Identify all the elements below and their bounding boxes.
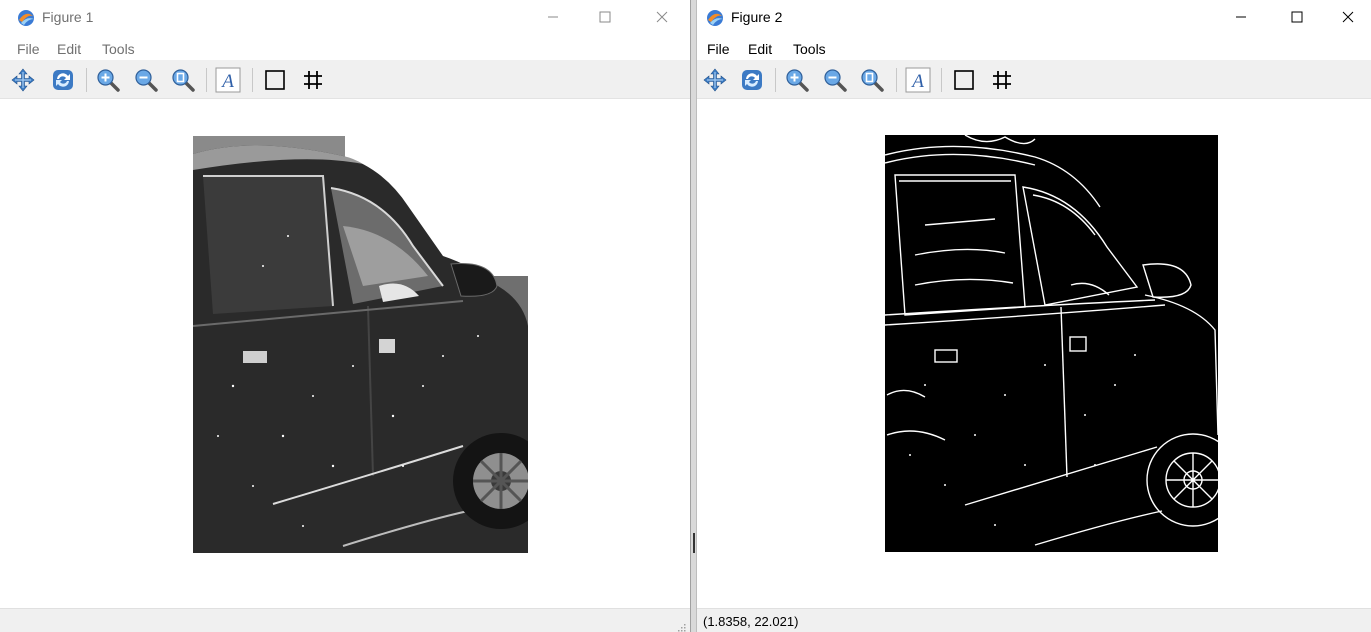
menu-file[interactable]: File [17,41,40,57]
window-title: Figure 1 [42,9,94,25]
grid-icon[interactable] [299,66,327,94]
toolbar-separator [86,68,87,92]
maximize-button[interactable] [582,0,628,34]
zoom-fit-icon[interactable] [169,66,197,94]
figure-1-window: Figure 1 File Edit Tools A [0,0,690,632]
statusbar: (1.8358, 22.021) [697,608,1371,632]
maximize-icon [1291,11,1303,23]
zoom-fit-icon[interactable] [858,66,886,94]
figure-1-titlebar[interactable]: Figure 1 [0,0,690,36]
toolbar-separator [941,68,942,92]
toolbar: A [0,60,690,99]
grid-icon[interactable] [988,66,1016,94]
minimize-button[interactable] [1218,0,1264,34]
toolbar-separator [252,68,253,92]
menu-tools[interactable]: Tools [793,41,826,57]
toolbar: A [697,60,1371,99]
toolbar-separator [206,68,207,92]
close-button[interactable] [639,0,685,34]
cursor-coordinates: (1.8358, 22.021) [703,614,799,629]
app-icon [16,8,36,28]
menu-file[interactable]: File [707,41,730,57]
menu-edit[interactable]: Edit [748,41,772,57]
zoom-out-icon[interactable] [821,66,849,94]
app-icon [705,8,725,28]
close-button[interactable] [1325,0,1371,34]
edge-detected-car-image [885,135,1218,552]
figure-canvas[interactable] [0,100,690,608]
reset-view-icon[interactable] [49,66,77,94]
zoom-in-icon[interactable] [94,66,122,94]
box-icon[interactable] [261,66,289,94]
toolbar-separator [775,68,776,92]
menubar: File Edit Tools [0,38,690,60]
maximize-button[interactable] [1274,0,1320,34]
figure-2-titlebar[interactable]: Figure 2 [697,0,1371,36]
menu-edit[interactable]: Edit [57,41,81,57]
box-icon[interactable] [950,66,978,94]
pan-icon[interactable] [9,66,37,94]
maximize-icon [599,11,611,23]
window-title: Figure 2 [731,9,783,25]
menu-tools[interactable]: Tools [102,41,135,57]
zoom-out-icon[interactable] [132,66,160,94]
reset-view-icon[interactable] [738,66,766,94]
text-icon[interactable]: A [214,66,242,94]
menubar: File Edit Tools [697,38,1371,60]
statusbar [0,608,690,632]
pan-icon[interactable] [701,66,729,94]
figure-2-window: Figure 2 File Edit Tools A (1.8358, 22.0… [697,0,1371,632]
toolbar-separator [896,68,897,92]
grayscale-car-image [193,136,528,553]
minimize-button[interactable] [530,0,576,34]
window-divider [690,0,697,632]
svg-text:A: A [910,71,924,92]
svg-text:A: A [220,71,234,92]
close-icon [1342,11,1354,23]
minimize-icon [1236,16,1246,18]
resize-grip-icon[interactable] [676,619,686,632]
text-icon[interactable]: A [904,66,932,94]
figure-canvas[interactable] [697,100,1371,608]
minimize-icon [548,16,558,18]
close-icon [656,11,668,23]
zoom-in-icon[interactable] [783,66,811,94]
